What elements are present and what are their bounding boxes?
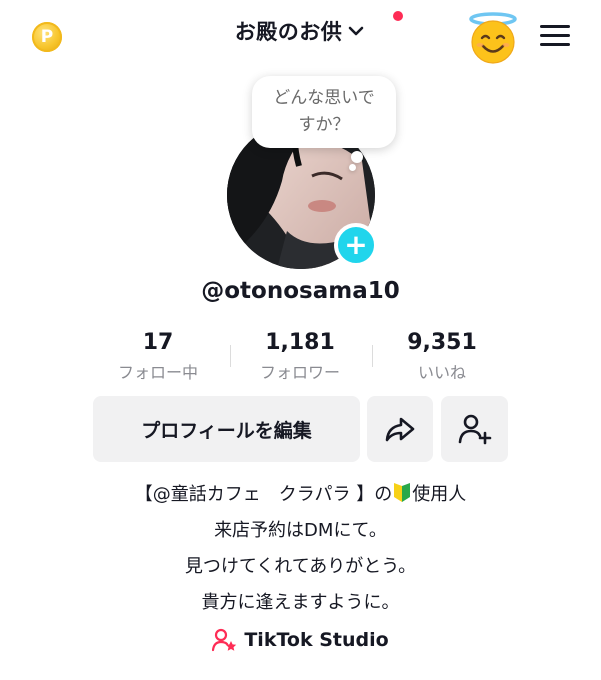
notification-dot [393, 11, 403, 21]
chevron-down-icon [348, 26, 364, 36]
add-friend-button[interactable] [441, 396, 508, 462]
share-icon [385, 417, 415, 442]
bubble-tail-dot-small [349, 164, 356, 171]
share-profile-button[interactable] [367, 396, 433, 462]
followers-label: フォロワー [259, 363, 340, 382]
bubble-text-line1: どんな思いで [273, 88, 375, 108]
plus-icon: + [344, 228, 368, 261]
bio: 【@童話カフェ クラパラ 】の 使用人 来店予約はDMにて。 見つけてくれてあり… [0, 477, 601, 621]
bio-line: 貴方に逢えますように。 [201, 592, 400, 613]
edit-profile-label: プロフィールを編集 [141, 419, 312, 442]
beginner-mark-icon [394, 483, 411, 502]
stat-followers[interactable]: 1,181 フォロワー [225, 330, 375, 383]
likes-label: いいね [417, 363, 466, 382]
page-title: お殿のお供 [234, 20, 343, 44]
bio-line1-text: 【@童話カフェ クラパラ 】の [134, 484, 393, 505]
bubble-tail-dot [351, 151, 363, 163]
likes-count: 9,351 [407, 330, 477, 355]
following-count: 17 [142, 330, 174, 355]
bio-line: 見つけてくれてありがとう。 [184, 556, 417, 577]
smiling-face-with-halo-icon[interactable] [466, 11, 520, 65]
thought-bubble[interactable]: どんな思いで すか？ [252, 76, 396, 148]
add-avatar-button[interactable]: + [334, 223, 378, 267]
username: @otonosama10 [201, 278, 400, 304]
stat-likes[interactable]: 9,351 いいね [367, 330, 517, 383]
bio-line: 来店予約はDMにて。 [214, 520, 387, 541]
stat-following[interactable]: 17 フォロー中 [83, 330, 233, 383]
edit-profile-button[interactable]: プロフィールを編集 [93, 396, 360, 462]
bio-line: 【@童話カフェ クラパラ 】の 使用人 [0, 477, 601, 513]
bubble-text-line2: すか？ [298, 115, 350, 135]
followers-count: 1,181 [265, 330, 335, 355]
add-friend-icon [458, 414, 491, 445]
tiktok-studio-label: TikTok Studio [244, 629, 389, 651]
tiktok-studio-link[interactable]: TikTok Studio [0, 628, 601, 652]
bio-line1-suffix: 使用人 [412, 484, 467, 505]
person-star-icon [212, 628, 237, 652]
hamburger-menu-icon[interactable] [540, 23, 570, 49]
following-label: フォロー中 [117, 363, 198, 382]
